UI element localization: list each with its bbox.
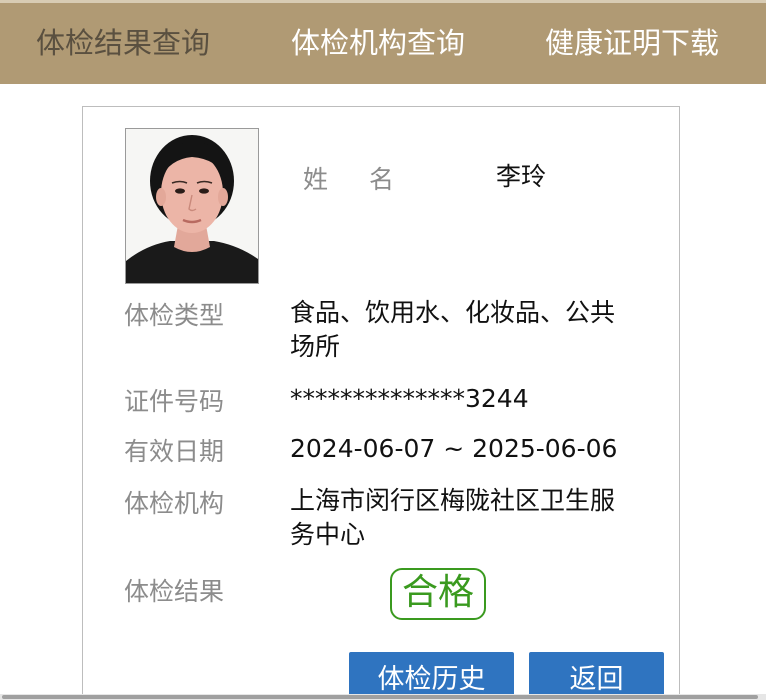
exam-type-label: 体检类型 [124,301,225,330]
exam-type-value: 食品、饮用水、化妆品、公共场所 [290,298,616,361]
scrollbar-thumb[interactable] [2,695,758,699]
institution-value: 上海市闵行区梅陇社区卫生服务中心 [290,486,616,549]
pass-stamp: 合格 [390,568,486,620]
valid-date-value: 2024-06-07 ~ 2025-06-06 [290,434,618,463]
institution-label: 体检机构 [124,489,225,518]
portrait-image [126,129,258,283]
page: 体检结果查询 体检机构查询 健康证明下载 姓 名 李玲 体检类型 食品、饮用水、… [0,0,766,700]
name-value: 李玲 [496,162,547,191]
name-label: 姓名 [303,165,396,194]
valid-date-label: 有效日期 [124,437,225,466]
back-button[interactable]: 返回 [529,652,664,700]
result-label: 体检结果 [124,577,225,606]
top-nav: 体检结果查询 体检机构查询 健康证明下载 [0,0,766,84]
person-photo [125,128,259,284]
id-number-value: **************3244 [290,384,529,413]
tab-result-query[interactable]: 体检结果查询 [36,3,210,84]
id-number-label: 证件号码 [124,387,225,416]
tab-certificate-download[interactable]: 健康证明下载 [545,3,719,84]
tab-institution-query[interactable]: 体检机构查询 [291,3,465,84]
horizontal-scrollbar[interactable] [0,694,766,700]
exam-history-button[interactable]: 体检历史 [349,652,514,700]
